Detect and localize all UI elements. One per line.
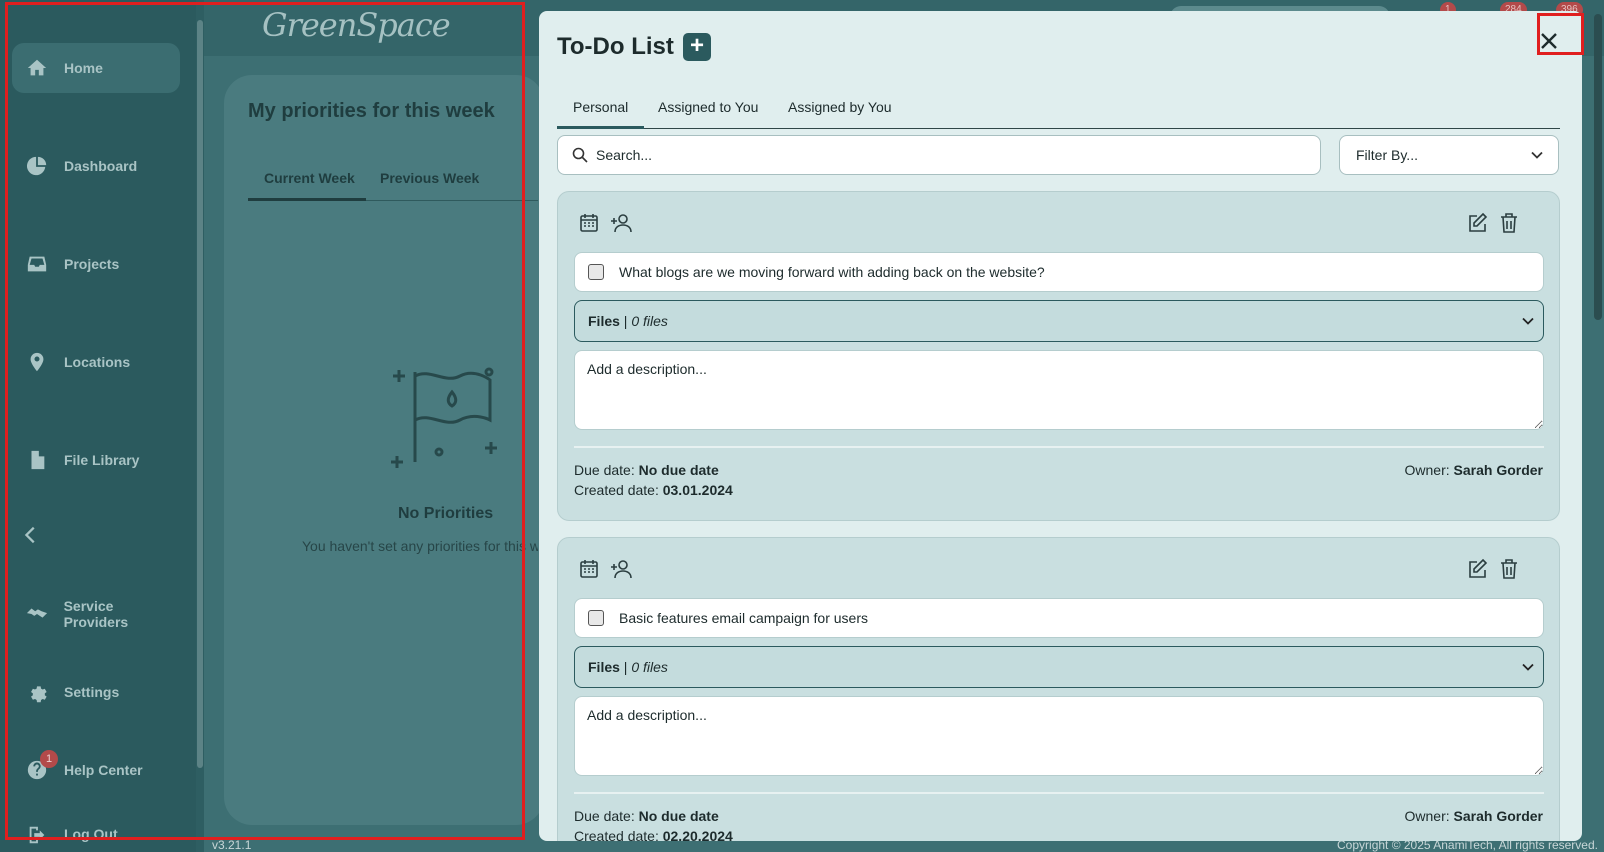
search-icon bbox=[572, 147, 588, 163]
sidebar-item-home[interactable]: Home bbox=[12, 43, 180, 93]
chevron-down-icon bbox=[1522, 663, 1534, 671]
due-date: Due date: No due date bbox=[574, 808, 719, 824]
no-priorities-text: You haven't set any priorities for this … bbox=[302, 538, 538, 554]
sidebar-item-label: Settings bbox=[64, 684, 120, 700]
card-divider bbox=[574, 792, 1544, 794]
app-version: v3.21.1 bbox=[212, 838, 252, 852]
no-priorities-heading: No Priorities bbox=[398, 505, 494, 522]
sidebar-scrollbar[interactable] bbox=[196, 0, 204, 852]
files-summary: Files | 0 files bbox=[588, 313, 668, 329]
trash-icon[interactable] bbox=[1498, 558, 1520, 580]
todo-tabs: Personal Assigned to You Assigned by You bbox=[557, 89, 1560, 129]
collapse-sidebar-chevron-icon[interactable] bbox=[20, 524, 46, 550]
sidebar-item-label: Dashboard bbox=[64, 158, 138, 174]
tab-current-week[interactable]: Current Week bbox=[264, 170, 355, 186]
map-pin-icon bbox=[24, 349, 50, 375]
todo-card: What blogs are we moving forward with ad… bbox=[557, 191, 1560, 521]
priorities-tab-indicator bbox=[248, 198, 366, 201]
files-accordion[interactable]: Files | 0 files bbox=[574, 646, 1544, 688]
file-icon bbox=[24, 447, 50, 473]
sidebar-item-label: Log Out bbox=[64, 826, 118, 842]
task-title[interactable]: Basic features email campaign for users bbox=[619, 610, 868, 626]
edit-icon[interactable] bbox=[1466, 558, 1488, 580]
sidebar-item-projects[interactable]: Projects bbox=[12, 239, 180, 289]
sidebar-item-label: Projects bbox=[64, 256, 120, 272]
sidebar-item-log-out[interactable]: Log Out bbox=[12, 822, 180, 852]
close-icon bbox=[1541, 33, 1557, 49]
sidebar-item-service-providers[interactable]: Service Providers bbox=[12, 589, 180, 639]
inbox-tray-icon bbox=[24, 251, 50, 277]
modal-scrollbar[interactable] bbox=[1594, 14, 1602, 320]
chevron-down-icon bbox=[1522, 317, 1534, 325]
sidebar-scrollbar-thumb[interactable] bbox=[197, 20, 203, 768]
sidebar-item-dashboard[interactable]: Dashboard bbox=[12, 141, 180, 191]
owner: Owner: Sarah Gorder bbox=[1404, 462, 1544, 478]
logout-icon bbox=[24, 822, 50, 848]
owner: Owner: Sarah Gorder bbox=[1404, 808, 1544, 824]
task-title-row: What blogs are we moving forward with ad… bbox=[574, 252, 1544, 292]
handshake-icon bbox=[24, 601, 50, 627]
description-textarea[interactable] bbox=[574, 350, 1544, 430]
sidebar-item-help-center[interactable]: Help Center bbox=[12, 745, 180, 795]
todo-list-modal: To-Do List + Personal Assigned to You As… bbox=[539, 11, 1582, 841]
edit-icon[interactable] bbox=[1466, 212, 1488, 234]
add-todo-button[interactable]: + bbox=[683, 33, 711, 61]
created-date: Created date: 03.01.2024 bbox=[574, 482, 733, 498]
gear-icon bbox=[24, 679, 50, 705]
close-modal-button[interactable] bbox=[1529, 21, 1569, 61]
pie-chart-icon bbox=[24, 153, 50, 179]
sidebar-item-label: Locations bbox=[64, 354, 131, 370]
assign-user-icon[interactable] bbox=[610, 558, 632, 580]
sidebar-item-label: File Library bbox=[64, 452, 140, 468]
task-complete-checkbox[interactable] bbox=[588, 610, 604, 626]
sidebar: Home Dashboard Projects Locations File L… bbox=[0, 0, 196, 852]
tab-assigned-by-you[interactable]: Assigned by You bbox=[788, 99, 892, 115]
help-center-badge: 1 bbox=[40, 750, 58, 768]
card-divider bbox=[574, 446, 1544, 448]
calendar-icon[interactable] bbox=[578, 212, 600, 234]
priorities-title: My priorities for this week bbox=[248, 100, 495, 122]
sidebar-item-label: Home bbox=[64, 60, 103, 76]
plus-icon: + bbox=[689, 32, 704, 59]
sidebar-item-settings[interactable]: Settings bbox=[12, 667, 180, 717]
task-title-row: Basic features email campaign for users bbox=[574, 598, 1544, 638]
description-textarea[interactable] bbox=[574, 696, 1544, 776]
sidebar-item-label: Service Providers bbox=[63, 598, 129, 630]
search-input[interactable] bbox=[596, 147, 1296, 163]
tab-assigned-to-you[interactable]: Assigned to You bbox=[658, 99, 758, 115]
calendar-icon[interactable] bbox=[578, 558, 600, 580]
trash-icon[interactable] bbox=[1498, 212, 1520, 234]
sidebar-item-file-library[interactable]: File Library bbox=[12, 435, 180, 485]
files-accordion[interactable]: Files | 0 files bbox=[574, 300, 1544, 342]
active-tab-indicator bbox=[557, 126, 644, 129]
filter-by-label: Filter By... bbox=[1356, 147, 1418, 163]
modal-title: To-Do List bbox=[557, 33, 674, 60]
task-title[interactable]: What blogs are we moving forward with ad… bbox=[619, 264, 1045, 280]
search-field[interactable] bbox=[557, 135, 1321, 175]
sidebar-item-label: Help Center bbox=[64, 762, 143, 778]
created-date: Created date: 02.20.2024 bbox=[574, 828, 733, 841]
tab-personal[interactable]: Personal bbox=[573, 99, 628, 115]
chevron-down-icon bbox=[1531, 151, 1543, 159]
todo-card: Basic features email campaign for users … bbox=[557, 537, 1560, 841]
sidebar-item-locations[interactable]: Locations bbox=[12, 337, 180, 387]
files-summary: Files | 0 files bbox=[588, 659, 668, 675]
home-icon bbox=[24, 55, 50, 81]
greenspace-logo[interactable]: GreenSpace bbox=[262, 6, 451, 44]
flag-illustration-icon bbox=[391, 367, 497, 468]
filter-by-dropdown[interactable]: Filter By... bbox=[1339, 135, 1559, 175]
task-complete-checkbox[interactable] bbox=[588, 264, 604, 280]
assign-user-icon[interactable] bbox=[610, 212, 632, 234]
due-date: Due date: No due date bbox=[574, 462, 719, 478]
tab-previous-week[interactable]: Previous Week bbox=[380, 170, 479, 186]
